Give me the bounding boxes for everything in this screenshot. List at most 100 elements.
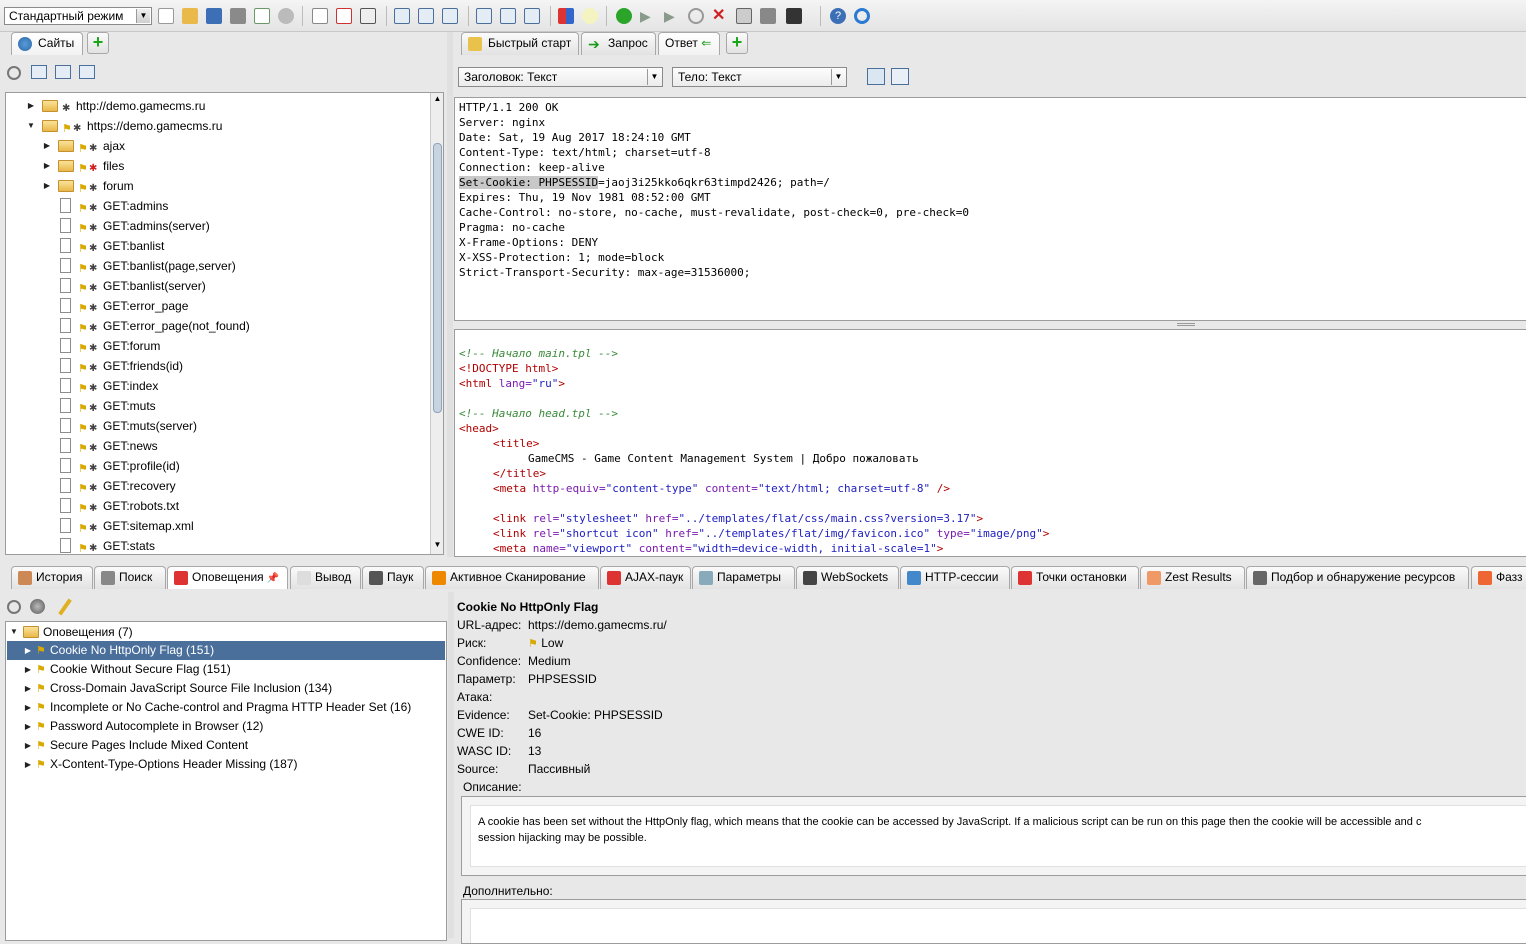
add-tab-button[interactable]: + — [87, 32, 109, 54]
scroll-down-icon[interactable]: ▼ — [432, 540, 443, 552]
expand-icon[interactable]: ▶ — [23, 717, 33, 736]
add-context-icon[interactable] — [312, 8, 328, 24]
alert-item[interactable]: ▶ ⚑ Cookie No HttpOnly Flag (151) — [7, 641, 445, 660]
sites-tree-scrollbar[interactable]: ▲ ▼ — [430, 93, 443, 554]
flag-icon: ⚑ — [78, 463, 88, 475]
open-session-icon[interactable] — [182, 8, 198, 24]
edit-icon[interactable] — [58, 598, 72, 616]
response-header-panel[interactable]: HTTP/1.1 200 OK Server: nginx Date: Sat, 1… — [454, 97, 1526, 321]
tab-icon — [297, 571, 311, 585]
layout-left-icon[interactable] — [394, 8, 410, 24]
bottom-tab[interactable]: AJAX-паук — [600, 566, 691, 589]
tabbed-view-icon[interactable] — [891, 68, 909, 85]
lightbulb-icon[interactable] — [582, 8, 598, 24]
save-session-icon[interactable] — [206, 8, 222, 24]
console-icon[interactable] — [786, 8, 802, 24]
expand-icon[interactable]: ▶ — [23, 641, 33, 660]
bottom-tab[interactable]: Подбор и обнаружение ресурсов — [1246, 566, 1469, 589]
expand-icon[interactable]: ▶ — [42, 156, 52, 176]
vertical-splitter[interactable] — [447, 32, 453, 557]
tree-node-label: http://demo.gamecms.ru — [76, 99, 206, 113]
split-vertical-icon[interactable] — [476, 8, 492, 24]
bottom-tab[interactable]: Оповещения 📌 — [167, 566, 288, 589]
break-on-all-icon[interactable] — [616, 8, 632, 24]
alert-item[interactable]: ▶ ⚑ X-Content-Type-Options Header Missing … — [7, 755, 445, 774]
alert-item[interactable]: ▶ ⚑ Cross-Domain JavaScript Source File In… — [7, 679, 445, 698]
bottom-tab[interactable]: Активное Сканирование — [425, 566, 599, 589]
mode-select[interactable]: Стандартный режим ▼ — [4, 7, 152, 25]
tab-sites[interactable]: Сайты — [11, 32, 83, 55]
alert-item[interactable]: ▶ ⚑ Cookie Without Secure Flag (151) — [7, 660, 445, 679]
scroll-up-icon[interactable]: ▲ — [432, 94, 443, 106]
continue-icon[interactable]: ▶ — [664, 8, 680, 24]
target-icon[interactable] — [7, 600, 21, 614]
bottom-tab[interactable]: Фазз — [1471, 566, 1526, 589]
bottom-tab[interactable]: Вывод — [290, 566, 361, 589]
vertical-splitter[interactable] — [448, 592, 454, 938]
horizontal-splitter-handle[interactable] — [1177, 323, 1195, 326]
page-icon — [60, 218, 71, 233]
tab-response[interactable]: Ответ ⇐ — [658, 32, 720, 55]
description-text-area[interactable]: A cookie has been set without the HttpOn… — [470, 805, 1526, 867]
alert-item[interactable]: ▶ ⚑ Password Autocomplete in Browser (12) — [7, 717, 445, 736]
fuzzer-icon[interactable] — [760, 8, 776, 24]
spider-icon: ✱ — [89, 543, 98, 554]
add-context-icon[interactable] — [31, 65, 47, 79]
header-view-select[interactable]: Заголовок: Текст ▼ — [458, 67, 663, 87]
tab-quick-start[interactable]: Быстрый старт — [461, 32, 579, 55]
tabs-icon[interactable] — [524, 8, 540, 24]
bottom-tab[interactable]: Zest Results — [1140, 566, 1245, 589]
expand-icon[interactable]: ▶ — [23, 679, 33, 698]
code-line: <link rel="stylesheet" href="../template… — [493, 512, 984, 525]
layout-bottom-icon[interactable] — [442, 8, 458, 24]
expand-icon[interactable]: ▶ — [26, 96, 36, 116]
gear-icon[interactable] — [278, 8, 294, 24]
new-session-icon[interactable] — [158, 8, 174, 24]
scrollbar-thumb[interactable] — [433, 143, 442, 413]
refresh-icon[interactable] — [854, 8, 870, 24]
export-context-icon[interactable] — [360, 8, 376, 24]
bottom-tab[interactable]: Точки остановки — [1011, 566, 1139, 589]
spider-icon: ✱ — [89, 203, 98, 214]
exclude-context-icon[interactable] — [79, 65, 95, 79]
snapshot-icon[interactable] — [230, 8, 246, 24]
session-properties-icon[interactable] — [254, 8, 270, 24]
filter-icon[interactable] — [30, 599, 45, 614]
collapse-icon[interactable]: ▼ — [26, 116, 36, 136]
body-view-select[interactable]: Тело: Текст ▼ — [672, 67, 847, 87]
expand-icon[interactable]: ▶ — [23, 736, 33, 755]
bottom-tab[interactable]: Параметры — [692, 566, 795, 589]
split-view-icon[interactable] — [867, 68, 885, 85]
alert-item[interactable]: ▶ ⚑ Incomplete or No Cache-control and Pra… — [7, 698, 445, 717]
extra-text-area[interactable] — [470, 908, 1526, 943]
expand-icon[interactable]: ▶ — [42, 176, 52, 196]
remove-context-icon[interactable] — [336, 8, 352, 24]
bottom-tab[interactable]: HTTP-сессии — [900, 566, 1010, 589]
expand-icon[interactable]: ▶ — [23, 698, 33, 717]
drop-icon[interactable] — [688, 8, 704, 24]
clear-breakpoints-icon[interactable]: ✕ — [712, 8, 728, 24]
response-body-panel[interactable]: <!-- Начало main.tpl --> <!DOCTYPE html>… — [454, 329, 1526, 557]
tab-request[interactable]: ➔ Запрос — [581, 32, 656, 55]
detail-key: Параметр: — [457, 672, 516, 686]
add-tab-button[interactable]: + — [726, 32, 748, 54]
include-context-icon[interactable] — [55, 65, 71, 79]
bottom-tab[interactable]: WebSockets — [796, 566, 899, 589]
step-icon[interactable]: ▶ — [640, 8, 656, 24]
scan-policy-icon[interactable] — [558, 8, 574, 24]
pin-icon[interactable]: 📌 — [267, 573, 279, 584]
code-line: <link rel="shortcut icon" href="../templ… — [493, 527, 1050, 540]
bottom-tab[interactable]: Паук — [362, 566, 424, 589]
target-icon[interactable] — [7, 66, 21, 80]
bottom-tab[interactable]: История — [11, 566, 93, 589]
keyboard-icon[interactable] — [736, 8, 752, 24]
split-horizontal-icon[interactable] — [500, 8, 516, 24]
help-icon[interactable]: ? — [830, 8, 846, 24]
layout-full-icon[interactable] — [418, 8, 434, 24]
expand-icon[interactable]: ▶ — [23, 755, 33, 774]
bottom-tab[interactable]: Поиск — [94, 566, 166, 589]
expand-icon[interactable]: ▶ — [42, 136, 52, 156]
expand-icon[interactable]: ▶ — [23, 660, 33, 679]
bottom-tab-label: История — [36, 570, 83, 584]
alert-item[interactable]: ▶ ⚑ Secure Pages Include Mixed Content — [7, 736, 445, 755]
